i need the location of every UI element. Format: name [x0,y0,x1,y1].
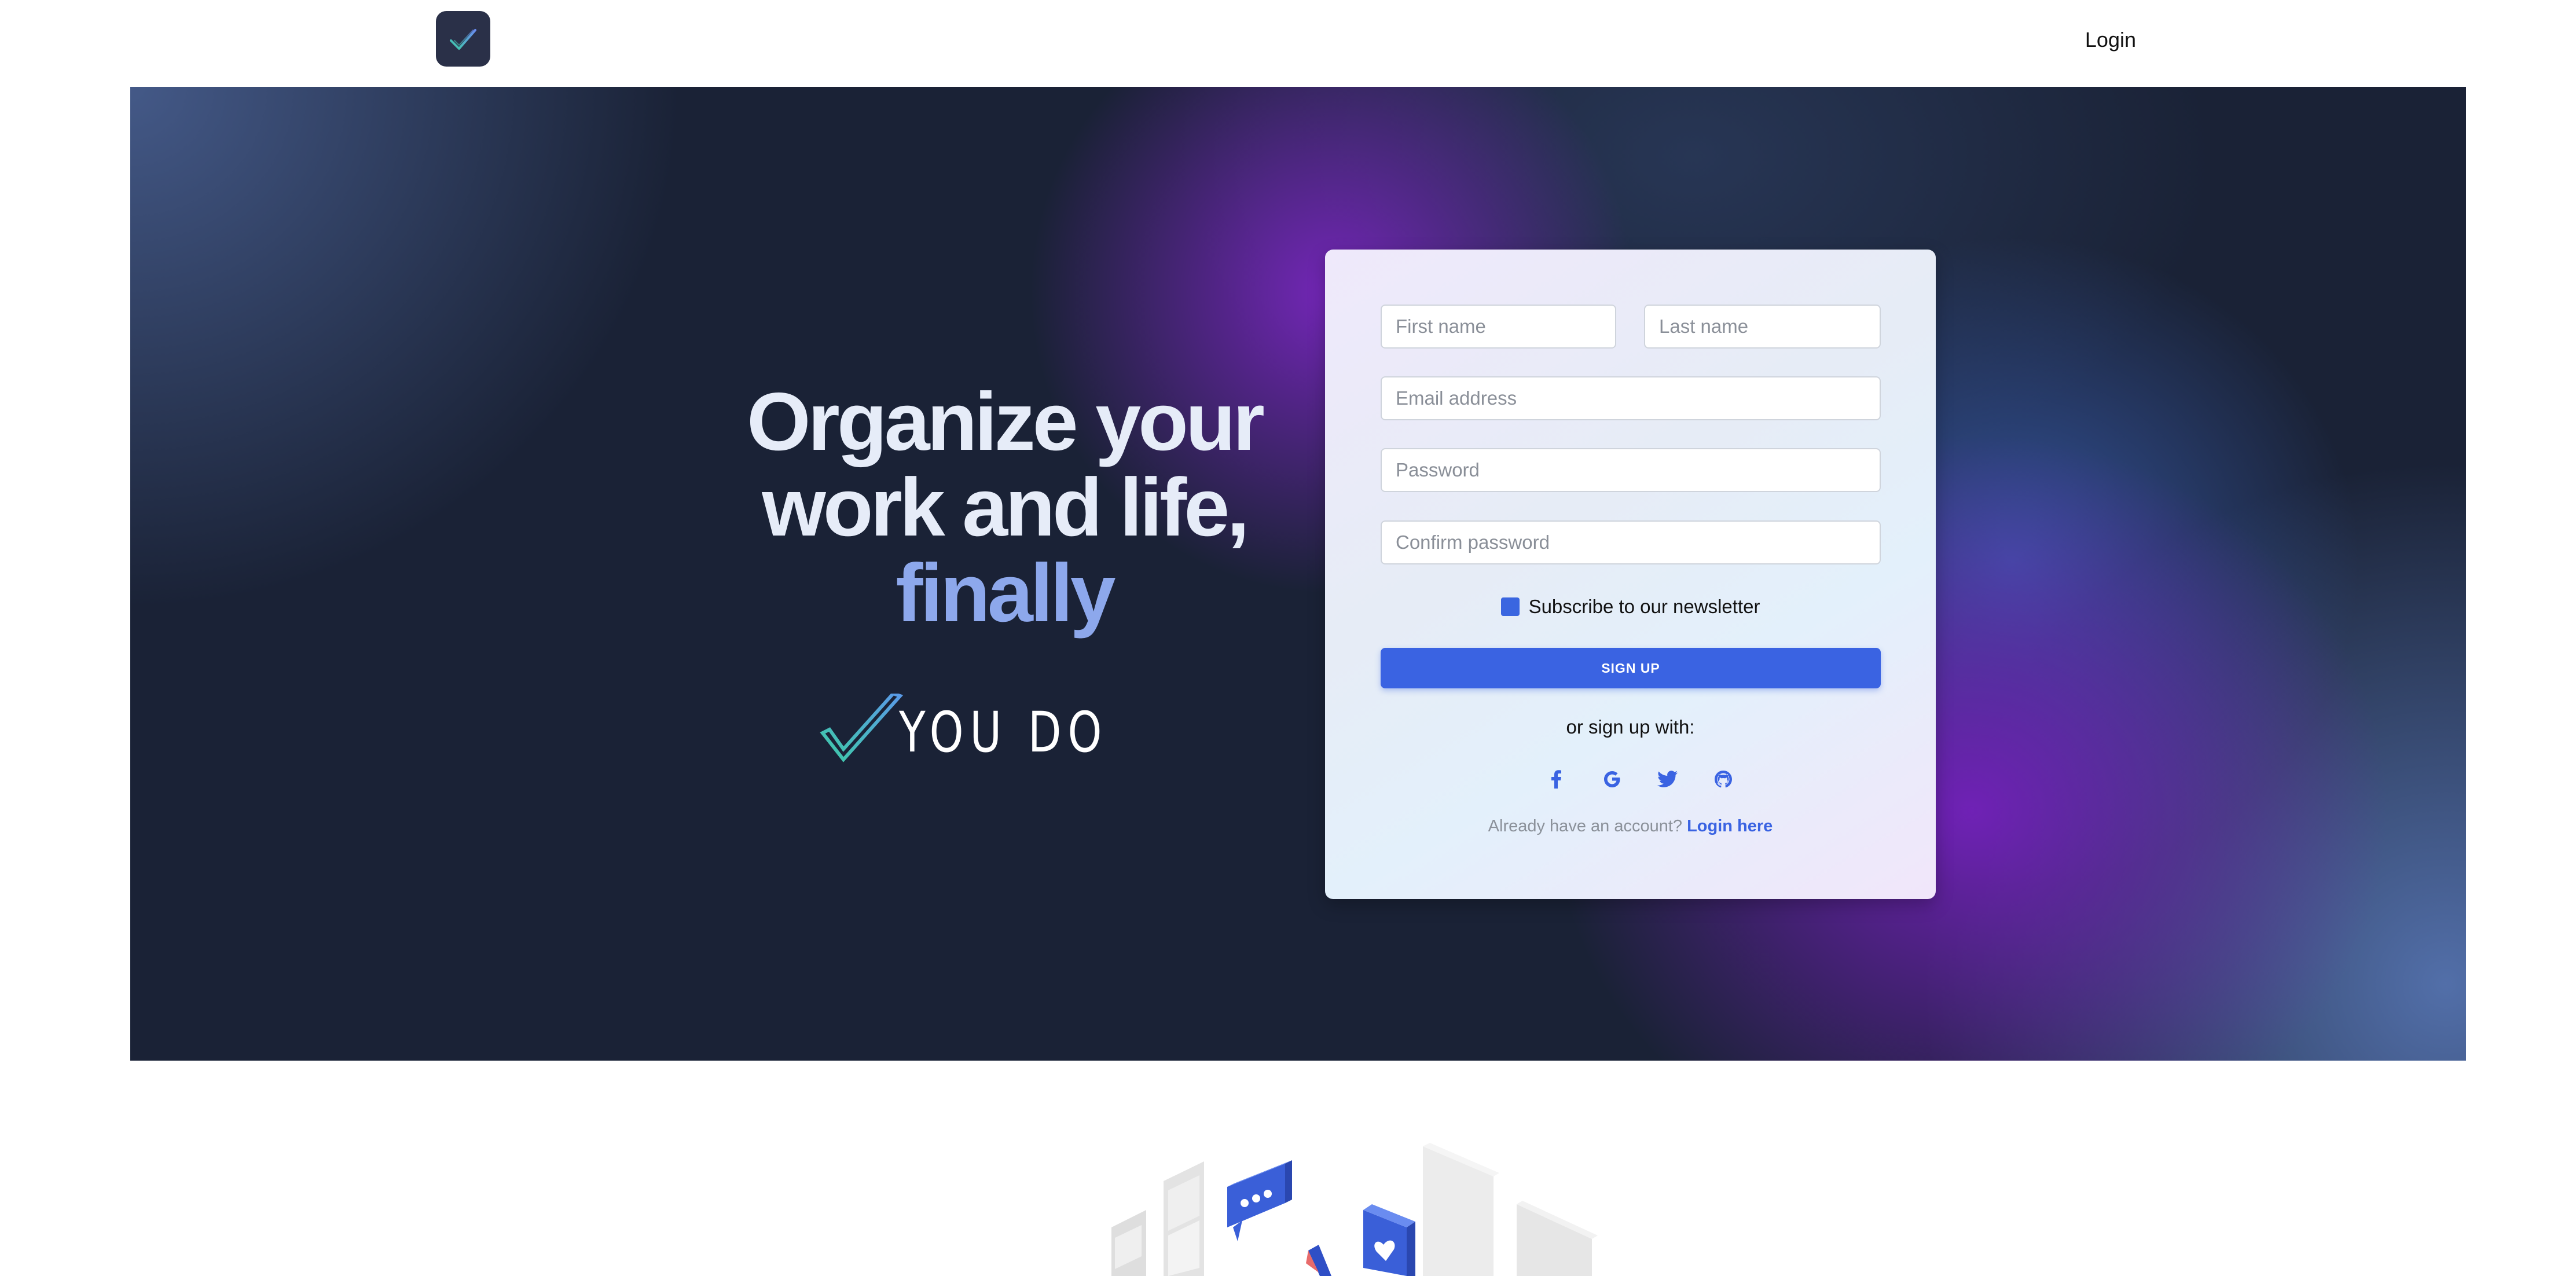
brand-checkmark-icon [820,694,904,762]
chat-bubble-icon [1227,1160,1292,1241]
twitter-icon[interactable] [1653,765,1682,794]
headline-line-2: work and life, [762,461,1249,553]
github-icon[interactable] [1709,765,1738,794]
top-navbar: Login [0,0,2576,87]
facebook-icon[interactable] [1542,765,1571,794]
email-input[interactable] [1381,376,1881,420]
brand-logo: YOU DO [818,694,1223,769]
hero-section: Organize your work and life, finally YOU… [130,87,2466,1061]
already-account-text: Already have an account? [1488,817,1683,835]
signup-button[interactable]: SIGN UP [1381,648,1881,688]
pencil-icon [1306,1245,1331,1276]
isometric-illustration [1111,1143,1598,1276]
brand-name: YOU DO [899,700,1109,765]
last-name-input[interactable] [1644,305,1881,349]
signup-card: Subscribe to our newsletter SIGN UP or s… [1325,250,1936,899]
headline-line-1: Organize your [747,376,1265,468]
google-icon[interactable] [1598,765,1627,794]
headline-accent: finally [896,547,1115,639]
login-prompt: Already have an account? Login here [1325,817,1936,836]
hero-headline: Organize your work and life, finally [686,379,1323,636]
confirm-password-input[interactable] [1381,520,1881,564]
app-logo[interactable] [436,11,490,67]
newsletter-label[interactable]: Subscribe to our newsletter [1529,596,1760,618]
alt-signup-text: or sign up with: [1566,716,1695,738]
login-here-link[interactable]: Login here [1687,817,1773,835]
password-input[interactable] [1381,448,1881,492]
newsletter-row: Subscribe to our newsletter [1325,592,1936,621]
illustration-panel [1423,1146,1494,1276]
nav-login-link[interactable]: Login [2049,25,2136,54]
first-name-input[interactable] [1381,305,1616,349]
newsletter-checkbox[interactable] [1500,597,1520,616]
heart-card-icon [1363,1204,1415,1276]
illustration-panel [1517,1204,1592,1276]
checkmark-logo-icon [450,29,476,50]
